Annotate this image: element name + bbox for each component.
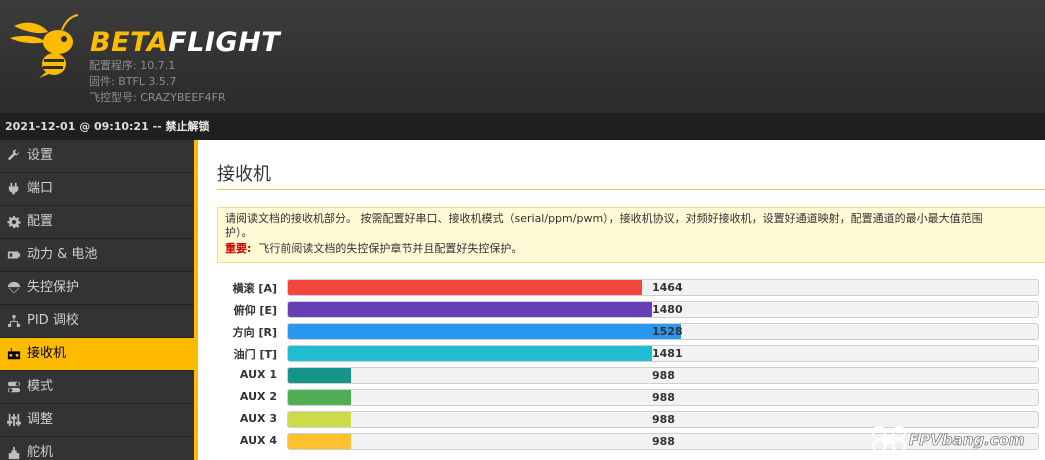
drone-icon <box>872 426 906 453</box>
title-divider <box>217 189 1045 190</box>
channel-label: AUX 2 <box>239 390 277 403</box>
channel-row: 方向 [R] 1528 <box>217 321 1045 343</box>
sidebar-item-4[interactable]: 失控保护 <box>0 272 194 305</box>
sidebar-item-label: 设置 <box>27 148 54 163</box>
channel-row: 油门 [T] 1481 <box>217 343 1045 365</box>
channel-row: AUX 1 988 <box>217 365 1045 387</box>
important-label: 重要: <box>225 242 252 255</box>
board-name: 飞控型号: CRAZYBEEF4FR <box>89 91 226 104</box>
hornet-logo-icon <box>10 14 79 78</box>
firmware-version: 固件: BTFL 3.5.7 <box>89 75 177 88</box>
receiver-icon <box>7 347 21 360</box>
app-header: BETAFLIGHT 配置程序: 10.7.1 固件: BTFL 3.5.7 飞… <box>0 0 1045 113</box>
sidebar-item-label: 配置 <box>27 214 54 229</box>
channel-fill <box>288 434 351 449</box>
sidebar-item-1[interactable]: 端口 <box>0 173 194 206</box>
important-text: 飞行前阅读文档的失控保护章节并且配置好失控保护。 <box>258 242 523 255</box>
fpvbang-watermark: FPVbang.com <box>872 426 1025 453</box>
channel-label: 方向 [R] <box>232 326 277 339</box>
channel-value: 988 <box>652 369 675 382</box>
brand-logo-text: BETAFLIGHT <box>90 27 281 58</box>
channel-row: 俯仰 [E] 1480 <box>217 299 1045 321</box>
channel-fill <box>288 280 642 295</box>
page-title: 接收机 <box>217 164 271 185</box>
channel-value: 1480 <box>652 303 683 316</box>
status-bar: 2021-12-01 @ 09:10:21 -- 禁止解锁 <box>0 113 1045 140</box>
channel-meter: 1480 <box>287 301 1039 318</box>
channel-meter: 1464 <box>287 279 1039 296</box>
pid-icon <box>7 314 21 328</box>
watermark-text: FPVbang.com <box>909 431 1025 449</box>
battery-icon <box>7 251 21 259</box>
channel-label: 油门 [T] <box>233 348 277 361</box>
channel-fill <box>288 346 652 361</box>
notice-line-1: 请阅读文档的接收机部分。 按需配置好串口、接收机模式（serial/ppm/pw… <box>225 212 983 225</box>
sidebar-nav: 设置端口配置动力 & 电池 失控保护 PID 调校 接收机模式调整舵机 <box>0 140 194 460</box>
sidebar-item-label: 接收机 <box>27 346 67 361</box>
channel-meter: 1481 <box>287 345 1039 362</box>
channel-value: 988 <box>652 413 675 426</box>
channel-label: AUX 4 <box>239 434 277 447</box>
notice-line-2: 护）。 <box>225 226 253 239</box>
wrench-icon <box>7 149 19 161</box>
channel-label: AUX 1 <box>239 368 277 381</box>
channel-fill <box>288 324 681 339</box>
notice-important: 重要: 飞行前阅读文档的失控保护章节并且配置好失控保护。 <box>225 242 1045 256</box>
sidebar-item-label: 模式 <box>27 379 54 394</box>
plug-icon <box>8 182 19 195</box>
parachute-icon <box>7 281 21 294</box>
channel-value: 1481 <box>652 347 683 360</box>
channel-row: 横滚 [A] 1464 <box>217 277 1045 299</box>
sidebar-item-label: 舵机 <box>27 445 54 460</box>
channel-row: AUX 2 988 <box>217 387 1045 409</box>
channel-fill <box>288 368 351 383</box>
sidebar-item-3[interactable]: 动力 & 电池 <box>0 239 194 272</box>
gear-icon <box>7 215 21 229</box>
app-window: BETAFLIGHT 配置程序: 10.7.1 固件: BTFL 3.5.7 飞… <box>0 0 1045 460</box>
configurator-version: 配置程序: 10.7.1 <box>89 59 176 72</box>
channel-value: 988 <box>652 391 675 404</box>
sidebar-item-6[interactable]: 接收机 <box>0 338 194 371</box>
sidebar-item-0[interactable]: 设置 <box>0 140 194 173</box>
sidebar-item-7[interactable]: 模式 <box>0 371 194 404</box>
sidebar-item-5[interactable]: PID 调校 <box>0 305 194 338</box>
channel-label: 横滚 [A] <box>232 282 277 295</box>
servo-icon <box>8 446 20 460</box>
info-notice: 请阅读文档的接收机部分。 按需配置好串口、接收机模式（serial/ppm/pw… <box>217 207 1045 263</box>
sidebar-item-9[interactable]: 舵机 <box>0 437 194 460</box>
channel-meter: 988 <box>287 389 1039 406</box>
channel-value: 988 <box>652 435 675 448</box>
sidebar-item-2[interactable]: 配置 <box>0 206 194 239</box>
channel-meter: 1528 <box>287 323 1039 340</box>
sidebar-item-label: 调整 <box>27 412 54 427</box>
arming-status: 禁止解锁 <box>165 120 210 133</box>
channel-fill <box>288 390 351 405</box>
sidebar-item-label: PID 调校 <box>27 313 79 328</box>
sidebar-item-label: 失控保护 <box>27 280 80 295</box>
sidebar-item-8[interactable]: 调整 <box>0 404 194 437</box>
channel-fill <box>288 302 652 317</box>
sliders-icon <box>7 413 21 427</box>
sidebar-item-label: 端口 <box>27 181 54 196</box>
sidebar-item-label: 动力 & 电池 <box>27 247 98 262</box>
channel-value: 1528 <box>652 325 683 338</box>
channel-label: 俯仰 [E] <box>233 304 277 317</box>
toggle-icon <box>7 381 21 393</box>
channel-fill <box>288 412 351 427</box>
main-content: 接收机 请阅读文档的接收机部分。 按需配置好串口、接收机模式（serial/pp… <box>198 140 1045 460</box>
channel-value: 1464 <box>652 281 683 294</box>
channel-meter: 988 <box>287 367 1039 384</box>
datetime-text: 2021-12-01 @ 09:10:21 -- <box>5 120 162 133</box>
channel-label: AUX 3 <box>239 412 277 425</box>
